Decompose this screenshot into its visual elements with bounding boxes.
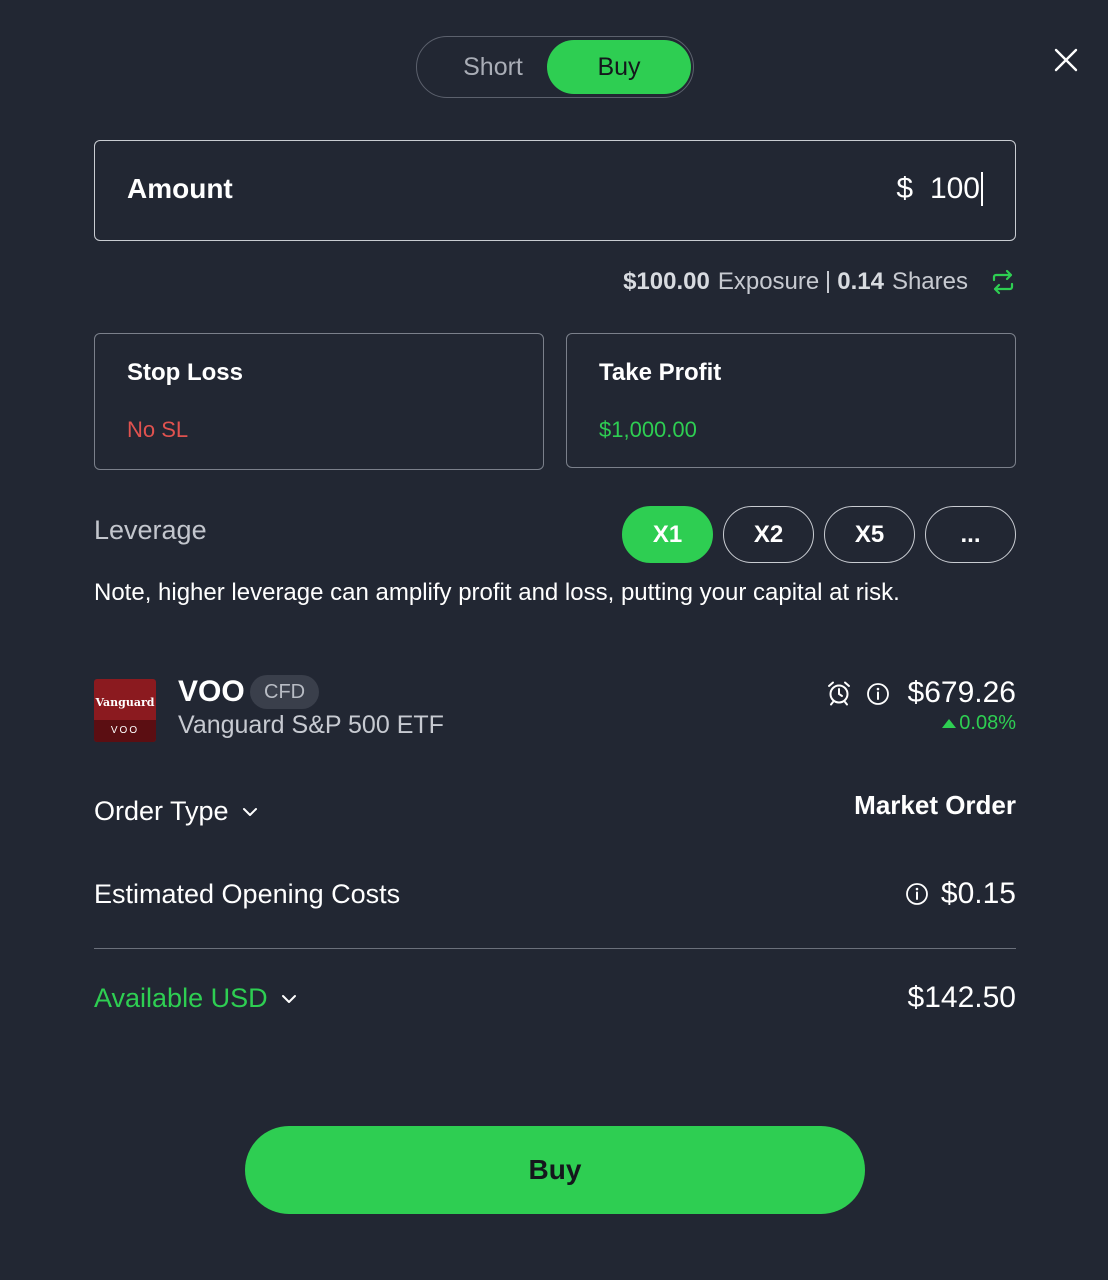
leverage-x1-button[interactable]: X1 [622, 506, 713, 563]
exposure-label: Exposure [717, 268, 820, 295]
leverage-more-button[interactable]: ... [925, 506, 1016, 563]
exposure-summary: $100.00 Exposure 0.14 Shares [623, 264, 1016, 300]
take-profit-value: $1,000.00 [599, 417, 697, 442]
close-icon[interactable] [1052, 46, 1080, 74]
order-type-label: Order Type [94, 796, 229, 826]
shares-label: Shares [891, 268, 968, 295]
instrument-price: $679.26 [907, 676, 1016, 709]
amount-field[interactable]: Amount $ 100 [94, 140, 1016, 241]
instrument-name: Vanguard S&P 500 ETF [178, 711, 444, 739]
order-type-dropdown[interactable]: Order Type [94, 796, 259, 827]
stop-loss-box[interactable]: Stop Loss No SL [94, 333, 544, 470]
available-usd-dropdown[interactable]: Available USD [94, 983, 298, 1014]
amount-input[interactable]: 100 [930, 172, 983, 206]
info-icon[interactable] [905, 882, 929, 906]
divider [94, 948, 1016, 949]
leverage-note: Note, higher leverage can amplify profit… [94, 579, 900, 606]
instrument-ticker: VOO [178, 675, 245, 708]
amount-label: Amount [127, 173, 233, 204]
logo-ticker-text: VOO [94, 720, 156, 742]
available-usd-value: $142.50 [907, 981, 1016, 1014]
up-triangle-icon [942, 719, 957, 728]
opening-costs-value: $0.15 [905, 877, 1016, 911]
take-profit-title: Take Profit [599, 359, 722, 386]
leverage-x5-button[interactable]: X5 [824, 506, 915, 563]
trade-panel: Short Buy Amount $ 100 $100.00 Exposure … [0, 0, 1108, 1280]
exposure-amount: $100.00 [623, 268, 710, 295]
swap-icon[interactable] [990, 269, 1016, 295]
buy-toggle-option[interactable]: Buy [547, 40, 691, 94]
info-icon[interactable] [866, 682, 890, 706]
chevron-down-icon [242, 807, 257, 816]
short-toggle-option[interactable]: Short [421, 40, 565, 94]
alarm-clock-icon[interactable] [826, 680, 852, 706]
chevron-down-icon [281, 994, 296, 1003]
order-type-value: Market Order [854, 790, 1016, 820]
side-toggle: Short Buy [416, 36, 694, 98]
take-profit-box[interactable]: Take Profit $1,000.00 [566, 333, 1016, 468]
shares-amount: 0.14 [837, 268, 884, 295]
price-change: 0.08% [942, 712, 1016, 735]
opening-costs-amount: $0.15 [940, 877, 1016, 910]
instrument-type-badge: CFD [250, 675, 320, 709]
leverage-x2-button[interactable]: X2 [723, 506, 814, 563]
price-change-value: 0.08% [959, 712, 1016, 734]
available-usd-label: Available USD [94, 983, 268, 1013]
stop-loss-value: No SL [127, 417, 189, 442]
opening-costs-label: Estimated Opening Costs [94, 879, 400, 910]
instrument-logo: Vanguard VOO [94, 679, 156, 742]
stop-loss-title: Stop Loss [127, 359, 244, 386]
currency-symbol: $ [896, 172, 913, 205]
logo-brand-text: Vanguard [95, 696, 155, 709]
opening-costs-text: Estimated Opening Costs [94, 879, 401, 909]
leverage-label: Leverage [94, 515, 207, 545]
buy-button[interactable]: Buy [245, 1126, 865, 1214]
divider [827, 271, 830, 293]
